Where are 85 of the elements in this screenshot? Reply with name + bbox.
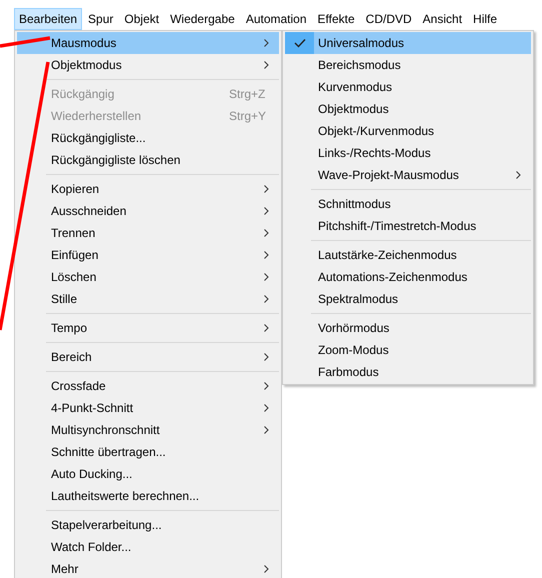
menu-item-label: Mehr — [51, 562, 78, 576]
menu-item-label: Lautheitswerte berechnen... — [51, 489, 200, 503]
menu-bar-item[interactable]: Objekt — [119, 8, 164, 30]
menu-item[interactable]: Löschen — [17, 266, 279, 288]
menu-item[interactable]: Zoom-Modus — [285, 339, 531, 361]
menu-item-label: Vorhörmodus — [318, 321, 390, 335]
menu-item-label: Crossfade — [51, 379, 106, 393]
menu-item[interactable]: Bereichsmodus — [285, 54, 531, 76]
shortcut-label: Strg+Y — [229, 109, 266, 123]
menu-item-label: Multisynchronschnitt — [51, 423, 160, 437]
menu-item-label: Objekt-/Kurvenmodus — [318, 124, 434, 138]
menu-item-label: Lautstärke-Zeichenmodus — [318, 248, 457, 262]
menu-bar-item[interactable]: Bearbeiten — [14, 8, 82, 30]
menu-item-label: Trennen — [51, 226, 96, 240]
menu-item[interactable]: Schnittmodus — [285, 193, 531, 215]
menu-item-label: Schnitte übertragen... — [51, 445, 166, 459]
menu-item[interactable]: Spektralmodus — [285, 288, 531, 310]
menu-item-label: Mausmodus — [51, 36, 116, 50]
menu-item-label: Rückgängigliste löschen — [51, 153, 180, 167]
menu-item[interactable]: Automations-Zeichenmodus — [285, 266, 531, 288]
menu-item[interactable]: Crossfade — [17, 375, 279, 397]
menu-bar-item[interactable]: Wiedergabe — [165, 8, 240, 30]
menu-item[interactable]: Trennen — [17, 222, 279, 244]
menu-item[interactable]: Schnitte übertragen... — [17, 441, 279, 463]
menu-item-label: Rückgängigliste... — [51, 131, 146, 145]
menu-item-label: Objektmodus — [318, 102, 389, 116]
menu-item[interactable]: Objektmodus — [17, 54, 279, 76]
menu-item-label: Einfügen — [51, 248, 98, 262]
menu-item[interactable]: Tempo — [17, 317, 279, 339]
menu-item-label: Tempo — [51, 321, 88, 335]
menu-bar-item[interactable]: Hilfe — [468, 8, 502, 30]
menu-item[interactable]: Mausmodus — [17, 32, 279, 54]
menu-item-label: Stille — [51, 292, 78, 306]
menu-item-label: 4-Punkt-Schnitt — [51, 401, 134, 415]
menu-item[interactable]: Lautheitswerte berechnen... — [17, 485, 279, 507]
menu-bar-item[interactable]: Spur — [83, 8, 118, 30]
menu-item-label: Objektmodus — [51, 58, 122, 72]
menu-item[interactable]: Kopieren — [17, 178, 279, 200]
menu-item[interactable]: Stille — [17, 288, 279, 310]
menu-bar-item[interactable]: Automation — [240, 8, 312, 30]
menu-item[interactable]: Rückgängigliste... — [17, 127, 279, 149]
menu-item[interactable]: Farbmodus — [285, 361, 531, 383]
menu-item-label: Schnittmodus — [318, 197, 391, 211]
menu-item[interactable]: Stapelverarbeitung... — [17, 514, 279, 536]
menu-item[interactable]: Rückgängigliste löschen — [17, 149, 279, 171]
menu-item[interactable]: Wave-Projekt-Mausmodus — [285, 164, 531, 186]
menu-item[interactable]: Universalmodus — [285, 32, 531, 54]
menu-item[interactable]: Watch Folder... — [17, 536, 279, 558]
menu-item-label: Kurvenmodus — [318, 80, 392, 94]
menu-item-label: Watch Folder... — [51, 540, 132, 554]
menu-item-label: Kopieren — [51, 182, 100, 196]
menu-item-label: Bereichsmodus — [318, 58, 401, 72]
menu-item[interactable]: Auto Ducking... — [17, 463, 279, 485]
menu-item[interactable]: Objekt-/Kurvenmodus — [285, 120, 531, 142]
menu-item-label: Auto Ducking... — [51, 467, 132, 481]
menu-item[interactable]: Vorhörmodus — [285, 317, 531, 339]
shortcut-label: Strg+Z — [229, 87, 266, 101]
menu-bar-item[interactable]: Effekte — [312, 8, 360, 30]
menu-item[interactable]: Pitchshift-/Timestretch-Modus — [285, 215, 531, 237]
menu-item-label: Wiederherstellen — [51, 109, 142, 123]
menu-item[interactable]: Einfügen — [17, 244, 279, 266]
menu-item[interactable]: Lautstärke-Zeichenmodus — [285, 244, 531, 266]
menu-item[interactable]: Multisynchronschnitt — [17, 419, 279, 441]
menu-item[interactable]: Mehr — [17, 558, 279, 578]
menu-item-label: Bereich — [51, 350, 92, 364]
menu-item-label: Wave-Projekt-Mausmodus — [318, 168, 459, 182]
menu-item[interactable]: Ausschneiden — [17, 200, 279, 222]
menu-item-label: Links-/Rechts-Modus — [318, 146, 431, 160]
menu-item-label: Automations-Zeichenmodus — [318, 270, 468, 284]
menu-item[interactable]: Objektmodus — [285, 98, 531, 120]
menu-item-label: Farbmodus — [318, 365, 379, 379]
menu-item[interactable]: Links-/Rechts-Modus — [285, 142, 531, 164]
menu-item-label: Spektralmodus — [318, 292, 398, 306]
menu-item[interactable]: Kurvenmodus — [285, 76, 531, 98]
menu-item[interactable]: 4-Punkt-Schnitt — [17, 397, 279, 419]
menu-bar-item[interactable]: Ansicht — [418, 8, 468, 30]
menu-item-label: Pitchshift-/Timestretch-Modus — [318, 219, 476, 233]
menu-item-label: Rückgängig — [51, 87, 114, 101]
menu-item-label: Ausschneiden — [51, 204, 126, 218]
menu-item[interactable]: Bereich — [17, 346, 279, 368]
menu-item-label: Zoom-Modus — [318, 343, 389, 357]
menu-bar-item[interactable]: CD/DVD — [360, 8, 417, 30]
menu-item-label: Löschen — [51, 270, 96, 284]
menu-item-label: Universalmodus — [318, 36, 404, 50]
menu-item-label: Stapelverarbeitung... — [51, 518, 162, 532]
